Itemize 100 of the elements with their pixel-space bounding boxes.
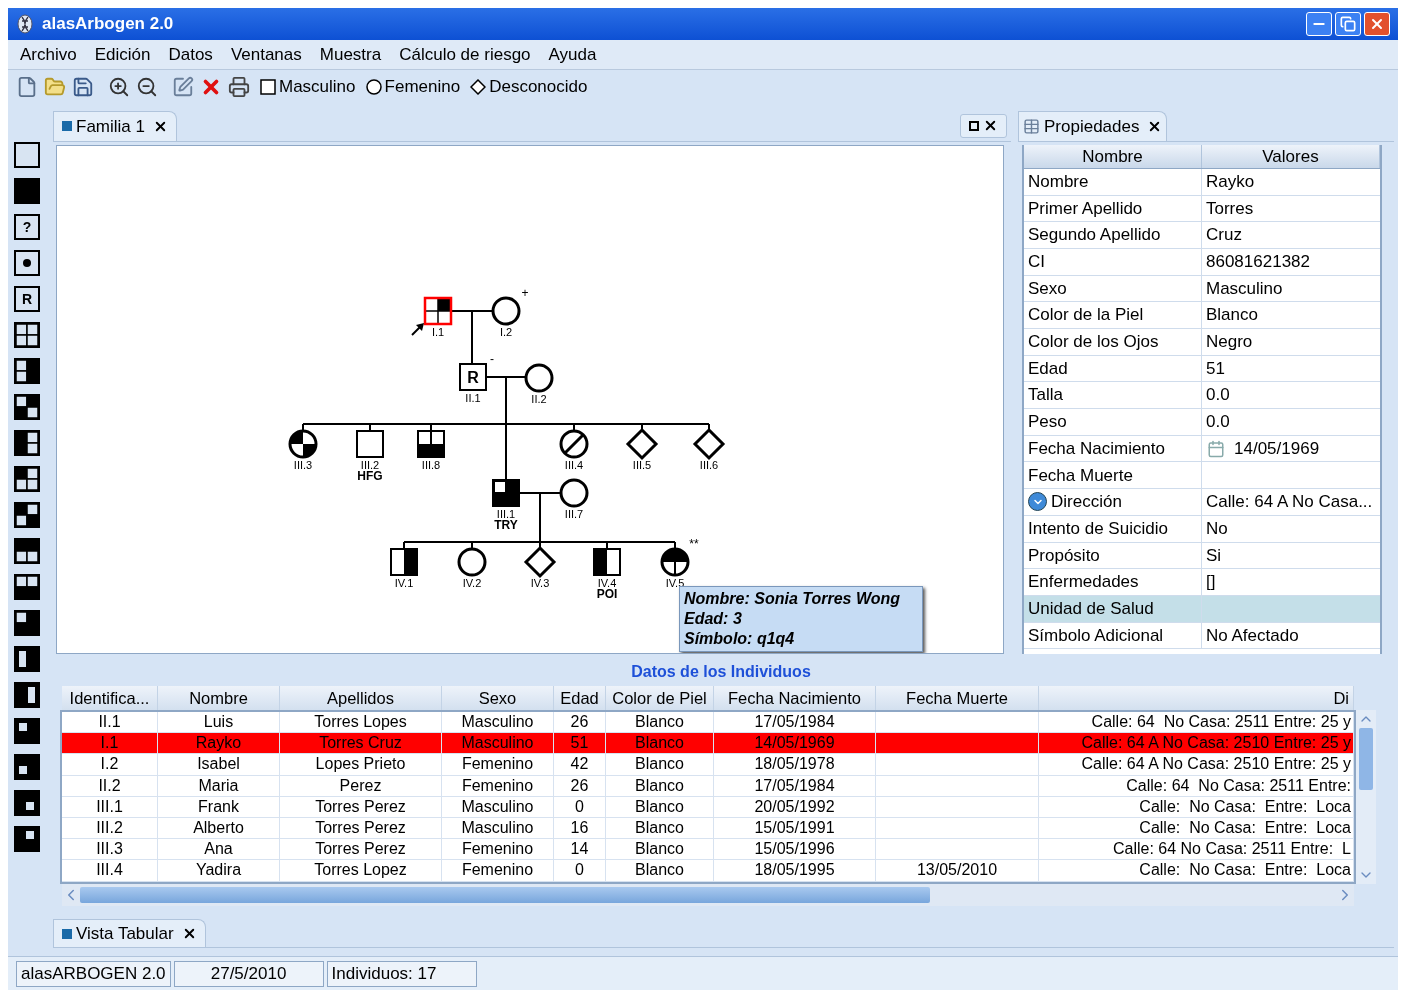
property-value: Calle: 64 A No Casa... xyxy=(1206,491,1373,514)
column-header[interactable]: Color de Piel xyxy=(606,686,714,710)
column-header[interactable]: Nombre xyxy=(1024,144,1202,168)
symbol-tool-button[interactable]: ? xyxy=(14,214,40,240)
symbol-tool-button[interactable] xyxy=(14,610,40,636)
menu-item[interactable]: Edición xyxy=(94,41,151,68)
scroll-thumb[interactable] xyxy=(1359,728,1373,790)
property-name: Color de la Piel xyxy=(1028,304,1144,327)
table-row[interactable]: II.1 Luis Torres Lopes Masculino 26 Blanco 17/05/1984 Calle: 64 No Casa: 2511 Entre: 25 y xyxy=(62,712,1354,734)
menu-item[interactable]: Ayuda xyxy=(548,41,597,68)
symbol-tool-button[interactable] xyxy=(14,790,40,816)
table-cell: I.2 xyxy=(100,756,119,773)
symbol-tool-button[interactable] xyxy=(14,574,40,600)
property-row[interactable]: Segundo Apellido Cruz xyxy=(1024,222,1380,249)
tab-icon xyxy=(62,121,72,132)
property-row[interactable]: Sexo Masculino xyxy=(1024,275,1380,303)
symbol-tool-button[interactable] xyxy=(14,718,40,744)
table-cell: Maria xyxy=(198,777,239,794)
vertical-scrollbar[interactable] xyxy=(1356,710,1376,884)
symbol-tool-button[interactable] xyxy=(14,646,40,672)
symbol-tool-button[interactable] xyxy=(14,538,40,564)
property-row[interactable]: Unidad de Salud xyxy=(1024,595,1380,623)
column-header[interactable]: Apellidos xyxy=(280,686,442,710)
column-header[interactable]: Sexo xyxy=(442,686,554,710)
symbol-tool-button[interactable] xyxy=(14,322,40,348)
sex-tool-button[interactable]: Femenino xyxy=(365,74,461,100)
property-row[interactable]: CI 86081621382 xyxy=(1024,248,1380,276)
column-header[interactable]: Nombre xyxy=(158,686,280,710)
close-button[interactable] xyxy=(1364,12,1390,36)
table-row[interactable]: II.2 Maria Perez Femenino 26 Blanco 17/05/1984 Calle: 64 No Casa: 2511 Entre: xyxy=(62,775,1354,797)
edit-icon[interactable] xyxy=(172,76,194,98)
property-row[interactable]: Enfermedades [] xyxy=(1024,569,1380,596)
column-header[interactable]: Fecha Muerte xyxy=(876,686,1039,710)
node-label: IV.2 xyxy=(462,576,482,589)
table-cell: Blanco xyxy=(635,735,684,752)
property-row[interactable]: Fecha Nacimiento 14/05/1969 xyxy=(1024,435,1380,463)
symbol-tool-button[interactable] xyxy=(14,250,40,276)
menu-item[interactable]: Archivo xyxy=(20,41,77,68)
tooltip-line: Edad: 3 xyxy=(684,608,743,629)
save-icon[interactable] xyxy=(72,76,94,98)
property-row[interactable]: Peso 0.0 xyxy=(1024,409,1380,436)
table-row[interactable]: III.2 Alberto Torres Perez Masculino 16 Blanco 15/05/1991 Calle: No Casa: Entre: Loca xyxy=(62,817,1354,840)
expand-icon[interactable] xyxy=(1028,492,1047,512)
property-row[interactable]: Edad 51 xyxy=(1024,355,1380,383)
properties-tab[interactable]: Propiedades xyxy=(1018,110,1168,141)
menu-item[interactable]: Ventanas xyxy=(230,41,302,68)
property-row[interactable]: Primer Apellido Torres xyxy=(1024,195,1380,223)
table-row[interactable]: I.2 Isabel Lopes Prieto Femenino 42 Blanco 18/05/1978 Calle: 64 A No Casa: 2510 Entre: 25 y xyxy=(62,754,1354,776)
table-row[interactable]: III.1 Frank Torres Perez Masculino 0 Blanco 20/05/1992 Calle: No Casa: Entre: Loca xyxy=(62,796,1354,818)
column-header[interactable]: Edad xyxy=(554,686,606,710)
table-cell: Blanco xyxy=(635,798,684,815)
tab-label: Propiedades xyxy=(1044,115,1140,138)
symbol-tool-button[interactable] xyxy=(14,394,40,420)
symbol-icon xyxy=(16,324,38,346)
property-row[interactable]: Talla 0.0 xyxy=(1024,382,1380,410)
table-row[interactable]: I.1 Rayko Torres Cruz Masculino 51 Blanco 14/05/1969 Calle: 64 A No Casa: 2510 Entre: 25 y xyxy=(62,733,1354,755)
horizontal-scrollbar[interactable] xyxy=(62,883,1354,906)
maximize-button[interactable] xyxy=(1335,12,1361,36)
property-row[interactable]: Intento de Suicidio No xyxy=(1024,515,1380,543)
menu-item[interactable]: Muestra xyxy=(319,41,382,68)
column-header[interactable]: Di xyxy=(1039,686,1354,710)
panel-title: Datos de los Individuos xyxy=(630,662,812,682)
symbol-tool-button[interactable] xyxy=(14,142,40,168)
property-row[interactable]: Propósito Si xyxy=(1024,542,1380,570)
property-row[interactable]: Nombre Rayko xyxy=(1024,168,1380,196)
new-file-icon[interactable] xyxy=(16,76,38,98)
scroll-thumb[interactable] xyxy=(80,886,930,903)
minimize-button[interactable] xyxy=(1306,12,1332,36)
symbol-tool-button[interactable] xyxy=(14,502,40,528)
column-header[interactable]: Valores xyxy=(1202,144,1380,168)
maximize-icon[interactable] xyxy=(969,120,979,131)
zoom-out-icon[interactable] xyxy=(136,76,158,98)
document-tab[interactable]: Familia 1 xyxy=(53,110,177,141)
symbol-tool-button[interactable] xyxy=(14,466,40,492)
table-row[interactable]: III.4 Yadira Torres Lopez Femenino 0 Blanco 18/05/1995 13/05/2010 Calle: No Casa: Entre: Loca xyxy=(62,860,1354,882)
table-row[interactable]: III.3 Ana Torres Perez Femenino 14 Blanco 15/05/1996 Calle: 64 No Casa: 2511 Entre: L xyxy=(62,839,1354,861)
menu-item[interactable]: Datos xyxy=(168,41,213,68)
symbol-tool-button[interactable] xyxy=(14,826,40,852)
table-cell: Torres Lopes xyxy=(314,714,407,731)
bottom-tab[interactable]: Vista Tabular xyxy=(53,919,206,947)
property-row[interactable]: Dirección Calle: 64 A No Casa... xyxy=(1024,489,1380,516)
symbol-tool-button[interactable] xyxy=(14,754,40,780)
property-row[interactable]: Fecha Muerte xyxy=(1024,462,1380,490)
symbol-tool-button[interactable] xyxy=(14,682,40,708)
window-title: alasArbogen 2.0 xyxy=(42,13,174,36)
table-cell: Torres Perez xyxy=(315,820,406,837)
column-header[interactable]: Fecha Nacimiento xyxy=(714,686,876,710)
column-header[interactable]: Identifica... xyxy=(62,686,158,710)
property-row[interactable]: Color de la Piel Blanco xyxy=(1024,302,1380,329)
menu-item[interactable]: Cálculo de riesgo xyxy=(399,41,531,68)
property-value: Si xyxy=(1206,544,1222,567)
symbol-tool-button[interactable] xyxy=(14,358,40,384)
property-row[interactable]: Color de los Ojos Negro xyxy=(1024,329,1380,356)
symbol-tool-button[interactable] xyxy=(14,430,40,456)
sex-tool-button[interactable]: Masculino xyxy=(260,74,356,100)
property-row[interactable]: Símbolo Adicional No Afectado xyxy=(1024,622,1380,650)
sex-tool-button[interactable]: Desconocido xyxy=(470,74,588,100)
symbol-tool-button[interactable]: R xyxy=(14,286,40,312)
zoom-in-icon[interactable] xyxy=(108,76,130,98)
printer-icon[interactable] xyxy=(228,76,250,98)
